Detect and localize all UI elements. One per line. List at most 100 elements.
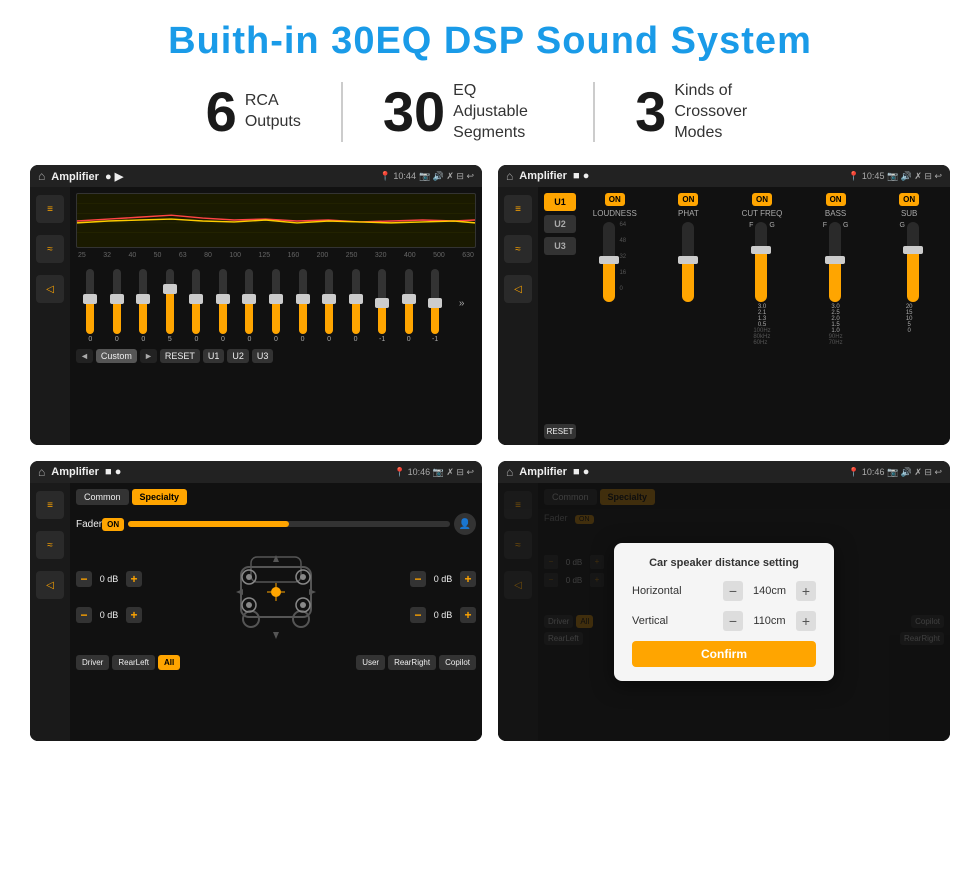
eq-slider-7[interactable]: 0 bbox=[237, 269, 262, 343]
cross-reset-btn[interactable]: RESET bbox=[544, 424, 576, 439]
cross-loudness-slider1[interactable] bbox=[603, 222, 615, 302]
eq-slider-4[interactable]: 5 bbox=[158, 269, 183, 343]
eq-graph bbox=[76, 193, 476, 248]
eq-slider-5[interactable]: 0 bbox=[184, 269, 209, 343]
dist-h-value: 140cm bbox=[747, 585, 792, 597]
cross-main-area: U1 U2 U3 RESET ON LOUDNESS bbox=[538, 187, 950, 445]
fader-fr-control: − 0 dB + bbox=[410, 571, 476, 587]
cross-app-title: Amplifier ■ ● bbox=[519, 170, 842, 182]
dist-v-minus[interactable]: − bbox=[723, 611, 743, 631]
dist-vertical-row: Vertical − 110cm + bbox=[632, 611, 816, 631]
stat-eq-number: 30 bbox=[383, 84, 445, 140]
fader-wave-btn[interactable]: ≈ bbox=[36, 531, 64, 559]
eq-slider-8[interactable]: 0 bbox=[264, 269, 289, 343]
fader-home-icon: ⌂ bbox=[38, 465, 45, 479]
fader-rearleft-btn[interactable]: RearLeft bbox=[112, 655, 155, 670]
eq-reset-btn[interactable]: RESET bbox=[160, 349, 200, 363]
distance-screen-box: ⌂ Amplifier ■ ● 📍 10:46 📷 🔊 ✗ ⊟ ↩ ≡ ≈ ◁ bbox=[498, 461, 950, 741]
eq-slider-12[interactable]: -1 bbox=[370, 269, 395, 343]
fader-tab-specialty[interactable]: Specialty bbox=[132, 489, 188, 505]
eq-next-btn[interactable]: ► bbox=[140, 349, 157, 363]
fader-fl-minus[interactable]: − bbox=[76, 571, 92, 587]
cross-phat-toggle[interactable]: ON bbox=[678, 193, 698, 206]
fader-fl-value: 0 dB bbox=[95, 574, 123, 584]
eq-u1-btn[interactable]: U1 bbox=[203, 349, 225, 363]
dist-filter-btn: ≡ bbox=[504, 491, 532, 519]
dist-h-plus[interactable]: + bbox=[796, 581, 816, 601]
fader-diagram: − 0 dB + − 0 dB + bbox=[76, 543, 476, 651]
fader-rr-minus[interactable]: − bbox=[410, 607, 426, 623]
cross-wave-btn[interactable]: ≈ bbox=[504, 235, 532, 263]
eq-speaker-btn[interactable]: ◁ bbox=[36, 275, 64, 303]
dist-content: ≡ ≈ ◁ Common Specialty Fader ON bbox=[498, 483, 950, 741]
fader-fr-minus[interactable]: − bbox=[410, 571, 426, 587]
cross-phat: ON PHAT bbox=[654, 193, 724, 439]
fader-rr-plus[interactable]: + bbox=[460, 607, 476, 623]
fader-copilot-btn[interactable]: Copilot bbox=[439, 655, 476, 670]
cross-speaker-btn[interactable]: ◁ bbox=[504, 275, 532, 303]
eq-icons: 📷 🔊 ✗ ⊟ ↩ bbox=[419, 171, 474, 182]
cross-phat-slider[interactable] bbox=[682, 222, 694, 302]
fader-header: Fader ON 👤 bbox=[76, 513, 476, 535]
eq-prev-btn[interactable]: ◄ bbox=[76, 349, 93, 363]
cross-u3-btn[interactable]: U3 bbox=[544, 237, 576, 255]
cross-u1-btn[interactable]: U1 bbox=[544, 193, 576, 211]
eq-slider-13[interactable]: 0 bbox=[396, 269, 421, 343]
eq-status-icons: 📍 10:44 📷 🔊 ✗ ⊟ ↩ bbox=[380, 171, 474, 182]
fader-content: ≡ ≈ ◁ Common Specialty Fader ON bbox=[30, 483, 482, 741]
eq-more-btn[interactable]: » bbox=[449, 298, 474, 309]
fader-on-toggle[interactable]: ON bbox=[102, 518, 124, 531]
fader-tab-common[interactable]: Common bbox=[76, 489, 129, 505]
fader-time: 📍 10:46 📷 ✗ ⊟ ↩ bbox=[394, 467, 474, 478]
eq-wave-btn[interactable]: ≈ bbox=[36, 235, 64, 263]
eq-filter-btn[interactable]: ≡ bbox=[36, 195, 64, 223]
dist-status-bar: ⌂ Amplifier ■ ● 📍 10:46 📷 🔊 ✗ ⊟ ↩ bbox=[498, 461, 950, 483]
cross-cutfreq-slider[interactable] bbox=[755, 222, 767, 302]
dist-v-plus[interactable]: + bbox=[796, 611, 816, 631]
dist-confirm-btn[interactable]: Confirm bbox=[632, 641, 816, 667]
dist-time: 📍 10:46 📷 🔊 ✗ ⊟ ↩ bbox=[848, 467, 942, 478]
cross-sub: ON SUB G 20151050 bbox=[874, 193, 944, 439]
fader-tabs: Common Specialty bbox=[76, 489, 476, 505]
eq-slider-2[interactable]: 0 bbox=[105, 269, 130, 343]
fader-fl-plus[interactable]: + bbox=[126, 571, 142, 587]
eq-slider-10[interactable]: 0 bbox=[317, 269, 342, 343]
cross-filter-btn[interactable]: ≡ bbox=[504, 195, 532, 223]
eq-slider-14[interactable]: -1 bbox=[423, 269, 448, 343]
eq-slider-9[interactable]: 0 bbox=[290, 269, 315, 343]
fader-driver-btn[interactable]: Driver bbox=[76, 655, 109, 670]
eq-slider-1[interactable]: 0 bbox=[78, 269, 103, 343]
cross-cutfreq-toggle[interactable]: ON bbox=[752, 193, 772, 206]
fader-speaker-btn[interactable]: ◁ bbox=[36, 571, 64, 599]
eq-slider-11[interactable]: 0 bbox=[343, 269, 368, 343]
cross-loudness-toggle[interactable]: ON bbox=[605, 193, 625, 206]
fader-fr-plus[interactable]: + bbox=[460, 571, 476, 587]
dist-status-icons: 📍 10:46 📷 🔊 ✗ ⊟ ↩ bbox=[848, 467, 942, 478]
fader-filter-btn[interactable]: ≡ bbox=[36, 491, 64, 519]
cross-bass-toggle[interactable]: ON bbox=[826, 193, 846, 206]
fader-all-btn[interactable]: All bbox=[158, 655, 180, 670]
fader-app-title: Amplifier ■ ● bbox=[51, 466, 388, 478]
dist-h-minus[interactable]: − bbox=[723, 581, 743, 601]
fader-rearright-btn[interactable]: RearRight bbox=[388, 655, 436, 670]
fader-main-area: Common Specialty Fader ON 👤 bbox=[70, 483, 482, 741]
dist-v-value: 110cm bbox=[747, 615, 792, 627]
eq-u2-btn[interactable]: U2 bbox=[227, 349, 249, 363]
dist-v-control: − 110cm + bbox=[723, 611, 816, 631]
fader-fr-value: 0 dB bbox=[429, 574, 457, 584]
fader-rl-minus[interactable]: − bbox=[76, 607, 92, 623]
cross-bass-slider[interactable] bbox=[829, 222, 841, 302]
fader-buttons: Driver RearLeft All User RearRight Copil… bbox=[76, 655, 476, 670]
stats-row: 6 RCAOutputs 30 EQ AdjustableSegments 3 … bbox=[30, 81, 950, 143]
eq-custom-btn[interactable]: Custom bbox=[96, 349, 137, 363]
cross-sub-slider[interactable] bbox=[907, 222, 919, 302]
cross-sub-toggle[interactable]: ON bbox=[899, 193, 919, 206]
fader-rl-plus[interactable]: + bbox=[126, 607, 142, 623]
fader-person-icon: 👤 bbox=[454, 513, 476, 535]
fader-user-btn[interactable]: User bbox=[356, 655, 385, 670]
eq-slider-6[interactable]: 0 bbox=[211, 269, 236, 343]
eq-home-icon: ⌂ bbox=[38, 169, 45, 183]
eq-u3-btn[interactable]: U3 bbox=[252, 349, 274, 363]
cross-u2-btn[interactable]: U2 bbox=[544, 215, 576, 233]
eq-slider-3[interactable]: 0 bbox=[131, 269, 156, 343]
